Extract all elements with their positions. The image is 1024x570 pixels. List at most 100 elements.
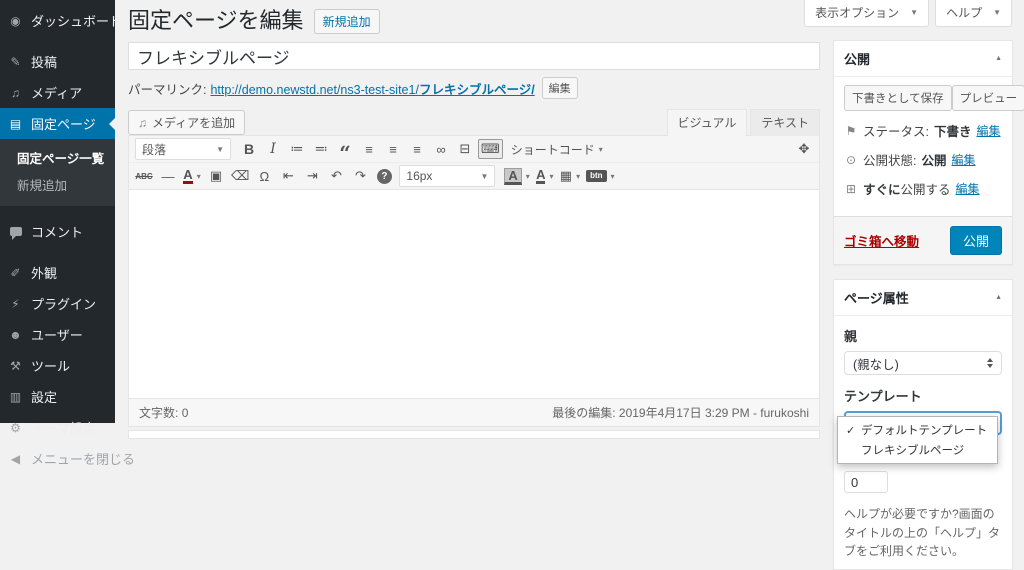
sidebar-item-label: 設定 <box>31 387 57 406</box>
permalink-link[interactable]: http://demo.newstd.net/ns3-test-site1/フレ… <box>210 79 534 98</box>
sidebar-item-label: テーマ設定 <box>31 418 96 437</box>
sidebar-item-collapse-menu[interactable]: ◀ メニューを閉じる <box>0 443 115 474</box>
sidebar-item-label: 固定ページ <box>31 114 96 133</box>
outdent-button[interactable]: ⇤ <box>277 166 299 186</box>
collapse-toggle-icon[interactable]: ▲ <box>995 294 1002 301</box>
chevron-down-icon: ▾ <box>611 172 615 181</box>
edit-status-link[interactable]: 編集 <box>977 122 1001 139</box>
screen-options-button[interactable]: 表示オプション ▼ <box>804 0 929 27</box>
parent-select[interactable]: (親なし) <box>844 351 1002 375</box>
sidebar-item-appearance[interactable]: ✐ 外観 <box>0 257 115 288</box>
indent-button[interactable]: ⇥ <box>301 166 323 186</box>
eye-icon: ⊙ <box>844 153 858 167</box>
bold-button[interactable]: B <box>238 139 260 159</box>
underline-color-button[interactable]: A▾ <box>534 166 556 186</box>
help-button[interactable]: ヘルプ ▼ <box>935 0 1012 27</box>
submenu-item-pages-list[interactable]: 固定ページ一覧 <box>0 144 115 171</box>
sidebar-item-theme-settings[interactable]: ⚙ テーマ設定 <box>0 412 115 443</box>
parent-select-value: (親なし) <box>853 354 899 373</box>
page-attributes-header[interactable]: ページ属性 ▲ <box>834 280 1012 316</box>
collapse-arrow-icon: ◀ <box>8 452 23 466</box>
order-input[interactable] <box>844 471 888 493</box>
sidebar-item-plugins[interactable]: ⚡ プラグイン <box>0 288 115 319</box>
edit-visibility-link[interactable]: 編集 <box>952 151 976 168</box>
help-label: ヘルプ <box>946 4 982 21</box>
highlight-color-button[interactable]: A▾ <box>502 166 531 186</box>
editor-toolbar-row2: ABC — A▾ ▣ ⌫ Ω ⇤ ⇥ ↶ ↷ ? 16px ▼ A▾ A▾ ▦▾… <box>129 163 819 190</box>
edit-permalink-button[interactable]: 編集 <box>542 77 578 99</box>
move-to-trash-link[interactable]: ゴミ箱へ移動 <box>844 231 919 250</box>
sidebar-item-label: メニューを閉じる <box>31 449 135 468</box>
strikethrough-button[interactable]: ABC <box>133 166 155 186</box>
chevron-down-icon: ▼ <box>480 172 488 181</box>
redo-button[interactable]: ↷ <box>349 166 371 186</box>
chevron-down-icon: ▼ <box>910 8 918 17</box>
fullscreen-button[interactable]: ✥ <box>793 139 815 159</box>
page-attributes-panel: ページ属性 ▲ 親 (親なし) テンプレート ✓ デフォルトテンプレート <box>833 279 1013 570</box>
chevron-down-icon: ▾ <box>549 172 553 181</box>
button-shortcode-button[interactable]: btn▾ <box>584 166 616 186</box>
editor-toolbar-row1: 段落 ▼ B I ≔ ≕ “ ≡ ≡ ≡ ∞ ⊟ ⌨ ショートコード ▾ ✥ <box>129 136 819 163</box>
horizontal-rule-button[interactable]: — <box>157 166 179 186</box>
dropdown-option-flexible-page[interactable]: フレキシブルページ <box>838 440 997 460</box>
toolbar-toggle-button[interactable]: ⌨ <box>478 139 503 159</box>
align-center-button[interactable]: ≡ <box>382 139 404 159</box>
pages-icon: ▤ <box>8 117 23 131</box>
preview-button[interactable]: プレビュー <box>952 85 1024 111</box>
sidebar-item-dashboard[interactable]: ◉ ダッシュボード <box>0 5 115 36</box>
undo-button[interactable]: ↶ <box>325 166 347 186</box>
sidebar-item-label: 外観 <box>31 263 57 282</box>
italic-button[interactable]: I <box>262 139 284 159</box>
bullet-list-button[interactable]: ≔ <box>286 139 308 159</box>
add-new-page-button[interactable]: 新規追加 <box>314 9 380 34</box>
editor-wrap: 段落 ▼ B I ≔ ≕ “ ≡ ≡ ≡ ∞ ⊟ ⌨ ショートコード ▾ ✥ A… <box>128 135 820 427</box>
font-size-select[interactable]: 16px ▼ <box>399 165 495 187</box>
publishing-actions: ゴミ箱へ移動 公開 <box>834 216 1012 264</box>
sidebar-item-settings[interactable]: ▥ 設定 <box>0 381 115 412</box>
clear-formatting-button[interactable]: ⌫ <box>229 166 251 186</box>
ordered-list-button[interactable]: ≕ <box>310 139 332 159</box>
check-icon: ✓ <box>846 424 856 437</box>
help-icon-button[interactable]: ? <box>373 166 395 186</box>
add-media-button[interactable]: ♫ メディアを追加 <box>128 110 245 135</box>
sidebar-item-pages[interactable]: ▤ 固定ページ <box>0 108 115 139</box>
sidebar-item-comments[interactable]: コメント <box>0 216 115 247</box>
publish-panel-header[interactable]: 公開 ▲ <box>834 41 1012 77</box>
dropdown-option-default-template[interactable]: ✓ デフォルトテンプレート <box>838 420 997 440</box>
insert-link-button[interactable]: ∞ <box>430 139 452 159</box>
page-attributes-title: ページ属性 <box>844 288 909 307</box>
save-draft-button[interactable]: 下書きとして保存 <box>844 85 952 111</box>
sidebar-item-media[interactable]: ♫ メディア <box>0 77 115 108</box>
paste-as-text-button[interactable]: ▣ <box>205 166 227 186</box>
tab-visual[interactable]: ビジュアル <box>667 109 748 136</box>
tab-text[interactable]: テキスト <box>750 109 820 136</box>
paragraph-format-select[interactable]: 段落 ▼ <box>135 138 231 160</box>
sidebar-item-users[interactable]: ☻ ユーザー <box>0 319 115 350</box>
attributes-help-text: ヘルプが必要ですか?画面のタイトルの上の「ヘルプ」タブをご利用ください。 <box>844 505 1002 561</box>
read-more-button[interactable]: ⊟ <box>454 139 476 159</box>
pushpin-icon: ⚑ <box>844 124 858 138</box>
align-left-button[interactable]: ≡ <box>358 139 380 159</box>
editor-content-area[interactable] <box>129 190 819 398</box>
submenu-item-add-new[interactable]: 新規追加 <box>0 171 115 198</box>
chevron-down-icon: ▾ <box>576 172 580 181</box>
right-sidebar: 公開 ▲ 下書きとして保存 プレビュー ⚑ ステータス: 下書き 編集 ⊙ 公開… <box>833 40 1013 570</box>
post-title-input[interactable] <box>128 42 820 70</box>
publish-button[interactable]: 公開 <box>950 226 1002 255</box>
align-right-button[interactable]: ≡ <box>406 139 428 159</box>
shortcode-dropdown[interactable]: ショートコード ▾ <box>511 141 603 158</box>
table-button[interactable]: ▦▾ <box>558 166 582 186</box>
chevron-down-icon: ▾ <box>526 172 530 181</box>
sidebar-item-posts[interactable]: ✎ 投稿 <box>0 46 115 77</box>
brush-icon: ✐ <box>8 266 23 280</box>
edit-schedule-link[interactable]: 編集 <box>956 180 980 197</box>
special-char-button[interactable]: Ω <box>253 166 275 186</box>
editor-mode-tabs: ビジュアル テキスト <box>667 109 820 136</box>
sidebar-item-label: コメント <box>31 222 83 241</box>
text-color-button[interactable]: A▾ <box>181 166 203 186</box>
sidebar-item-tools[interactable]: ⚒ ツール <box>0 350 115 381</box>
pushpin-icon: ✎ <box>8 55 23 69</box>
collapse-toggle-icon[interactable]: ▲ <box>995 55 1002 62</box>
blockquote-button[interactable]: “ <box>334 139 356 159</box>
permalink-label: パーマリンク: <box>128 79 206 98</box>
